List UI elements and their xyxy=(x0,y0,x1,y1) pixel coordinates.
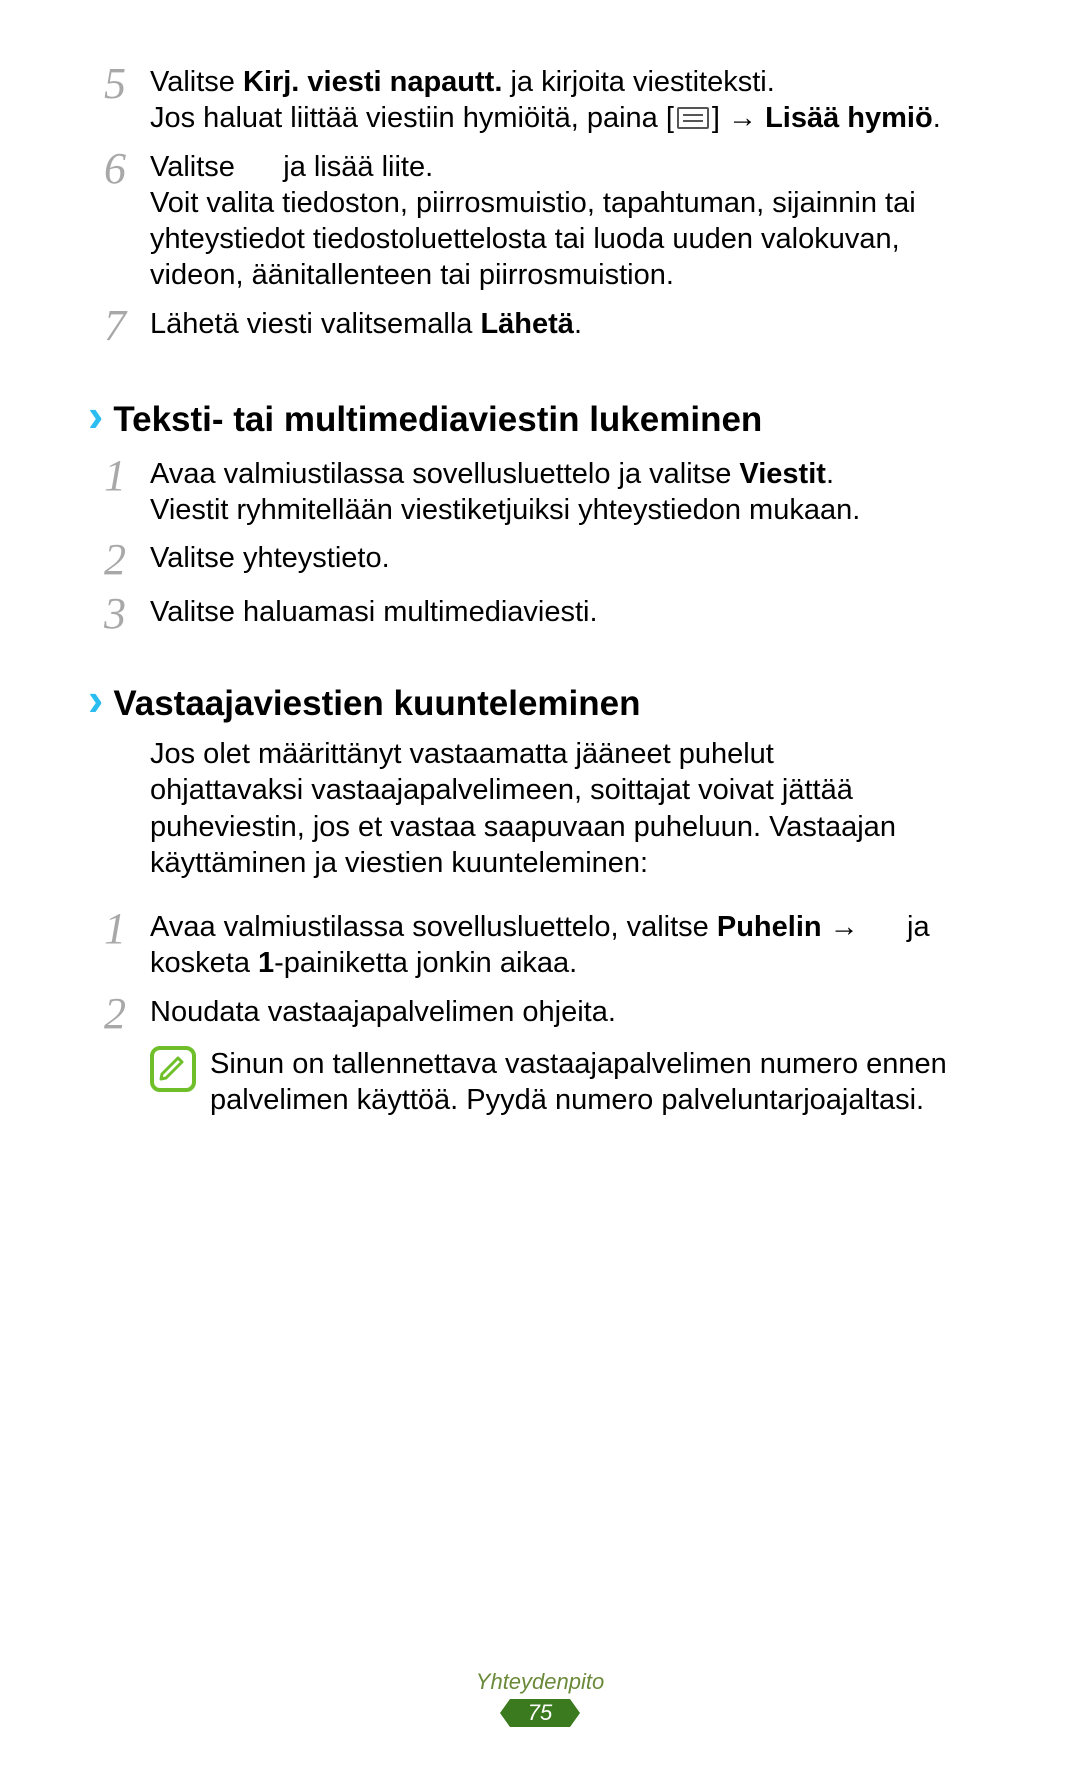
step-body: Valitse Kirj. viesti napautt. ja kirjoit… xyxy=(142,60,992,137)
text: Voit valita tiedoston, piirrosmuistio, t… xyxy=(150,187,916,292)
step-number: 7 xyxy=(88,302,142,348)
step-7: 7 Lähetä viesti valitsemalla Lähetä. xyxy=(88,302,992,348)
section1-step-2: 2 Valitse yhteystieto. xyxy=(88,536,992,582)
step-body: Avaa valmiustilassa sovellusluettelo, va… xyxy=(142,905,992,982)
step-body: Valitse haluamasi multimediaviesti. xyxy=(142,590,992,630)
text-bold: 1 xyxy=(258,947,274,979)
text-bold: Puhelin xyxy=(717,911,822,943)
section2-step-1: 1 Avaa valmiustilassa sovellusluettelo, … xyxy=(88,905,992,982)
text: . xyxy=(933,102,941,134)
step-body: Lähetä viesti valitsemalla Lähetä. xyxy=(142,302,992,342)
step-number: 5 xyxy=(88,60,142,106)
page-number-badge: 75 xyxy=(510,1699,570,1727)
step-number: 6 xyxy=(88,145,142,191)
text-bold: Viestit xyxy=(739,458,826,490)
step-5: 5 Valitse Kirj. viesti napautt. ja kirjo… xyxy=(88,60,992,137)
section-heading-voicemail: › Vastaajaviestien kuunteleminen xyxy=(88,676,992,724)
text: ja kirjoita viestiteksti. xyxy=(502,66,774,98)
document-page: 5 Valitse Kirj. viesti napautt. ja kirjo… xyxy=(0,0,1080,1771)
step-number: 1 xyxy=(88,452,142,498)
text: ] → xyxy=(712,102,765,134)
step-body: Avaa valmiustilassa sovellusluettelo ja … xyxy=(142,452,992,529)
section-title: Teksti- tai multimediaviestin lukeminen xyxy=(113,400,762,440)
text: . xyxy=(574,308,582,340)
step-body: Valitse ja lisää liite. Voit valita tied… xyxy=(142,145,992,294)
note-row: Sinun on tallennettava vastaajapalvelime… xyxy=(150,1046,992,1119)
text: ja lisää liite. xyxy=(275,151,433,183)
chevron-icon: › xyxy=(88,392,103,438)
text: Avaa valmiustilassa sovellusluettelo, va… xyxy=(150,911,717,943)
text: Jos haluat liittää viestiin hymiöitä, pa… xyxy=(150,102,674,134)
text-bold: Lisää hymiö xyxy=(765,102,933,134)
text: Lähetä viesti valitsemalla xyxy=(150,308,480,340)
section1-step-3: 3 Valitse haluamasi multimediaviesti. xyxy=(88,590,992,636)
text: Avaa valmiustilassa sovellusluettelo ja … xyxy=(150,458,739,490)
section2-step-2: 2 Noudata vastaajapalvelimen ohjeita. xyxy=(88,990,992,1036)
text: . xyxy=(826,458,834,490)
menu-icon xyxy=(677,107,709,129)
step-6: 6 Valitse ja lisää liite. Voit valita ti… xyxy=(88,145,992,294)
step-number: 3 xyxy=(88,590,142,636)
text: Valitse xyxy=(150,151,243,183)
footer-section-label: Yhteydenpito xyxy=(0,1669,1080,1695)
note-icon xyxy=(150,1046,196,1092)
step-number: 1 xyxy=(88,905,142,951)
note-text: Sinun on tallennettava vastaajapalvelime… xyxy=(210,1046,992,1119)
step-body: Valitse yhteystieto. xyxy=(142,536,992,576)
text: Viestit ryhmitellään viestiketjuiksi yht… xyxy=(150,494,860,526)
section-heading-reading: › Teksti- tai multimediaviestin lukemine… xyxy=(88,392,992,440)
text: -painiketta jonkin aikaa. xyxy=(274,947,577,979)
text: → xyxy=(822,911,867,943)
text-bold: Kirj. viesti napautt. xyxy=(243,66,502,98)
step-number: 2 xyxy=(88,990,142,1036)
step-body: Noudata vastaajapalvelimen ohjeita. xyxy=(142,990,992,1030)
chevron-icon: › xyxy=(88,676,103,722)
page-footer: Yhteydenpito 75 xyxy=(0,1669,1080,1727)
section-title: Vastaajaviestien kuunteleminen xyxy=(113,684,640,724)
section2-intro: Jos olet määrittänyt vastaamatta jääneet… xyxy=(150,736,930,881)
section1-step-1: 1 Avaa valmiustilassa sovellusluettelo j… xyxy=(88,452,992,529)
text-bold: Lähetä xyxy=(480,308,573,340)
step-number: 2 xyxy=(88,536,142,582)
text: Valitse xyxy=(150,66,243,98)
